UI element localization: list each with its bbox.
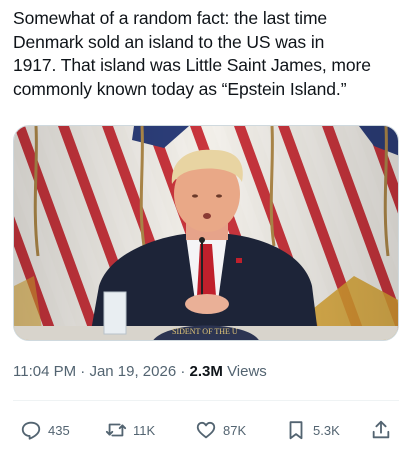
bookmark-icon	[289, 421, 303, 440]
tweet-metadata: 11:04 PM · Jan 19, 2026 · 2.3M Views	[13, 362, 267, 382]
tweet-actions: 435 11K 87K 5.3K	[0, 412, 410, 448]
like-count: 87K	[223, 422, 247, 438]
tweet-media-image[interactable]: SIDENT OF THE U	[13, 125, 399, 341]
share-button[interactable]	[370, 412, 392, 448]
reply-count: 435	[48, 422, 70, 438]
reply-button[interactable]: 435	[20, 412, 70, 448]
bookmark-count: 5.3K	[313, 422, 340, 438]
share-icon	[372, 420, 390, 439]
repost-icon	[105, 423, 127, 437]
divider	[13, 400, 399, 401]
views-label: Views	[227, 363, 267, 380]
views-count: 2.3M	[189, 363, 223, 380]
repost-count: 11K	[133, 422, 156, 438]
repost-button[interactable]: 11K	[105, 412, 155, 448]
reply-icon	[21, 421, 41, 440]
bookmark-button[interactable]: 5.3K	[285, 412, 340, 448]
tweet-date[interactable]: Jan 19, 2026	[89, 363, 176, 380]
seal-text: SIDENT OF THE U	[172, 327, 238, 336]
tweet-text: Somewhat of a random fact: the last time…	[13, 8, 371, 99]
meta-separator: ·	[180, 363, 186, 380]
heart-icon	[196, 421, 216, 439]
photo-image: SIDENT OF THE U	[14, 126, 398, 340]
like-button[interactable]: 87K	[195, 412, 246, 448]
meta-separator: ·	[80, 363, 86, 380]
tweet-time[interactable]: 11:04 PM	[13, 363, 76, 380]
